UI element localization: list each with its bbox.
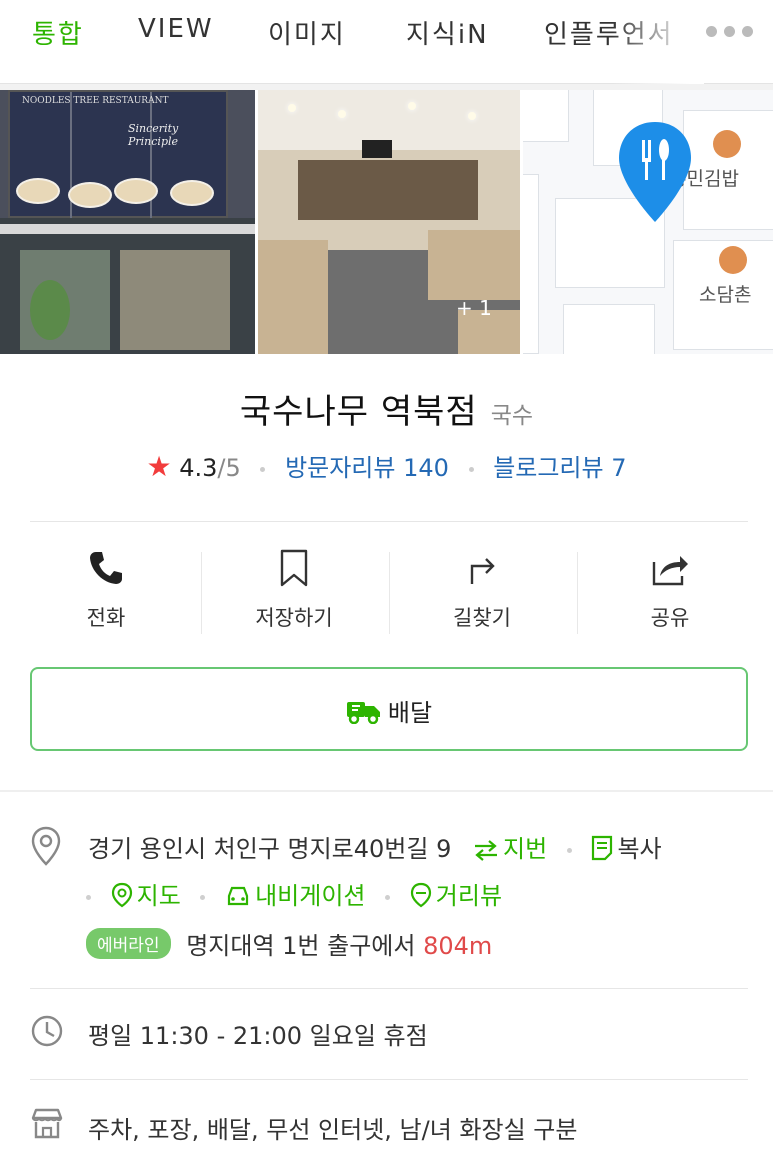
copy-address-button[interactable]: 복사 (591, 835, 662, 863)
divider (30, 521, 748, 522)
map-label: 지도 (136, 882, 181, 910)
storefront-script: Sincerity Principle (128, 122, 179, 148)
map-pin-icon (111, 882, 132, 908)
save-label: 저장하기 (255, 606, 333, 630)
rating-value: 4.3 (179, 454, 218, 482)
call-button[interactable]: 전화 (16, 540, 196, 640)
delivery-label: 배달 (387, 699, 433, 727)
share-button[interactable]: 공유 (580, 540, 760, 640)
navigation-link[interactable]: 내비게이션 (225, 882, 373, 910)
station-distance: 804m (423, 932, 493, 960)
directions-button[interactable]: 길찾기 (392, 540, 572, 640)
clock-icon (31, 1015, 63, 1047)
photo-strip: NOODLES TREE RESTAURANT Sincerity Princi… (0, 90, 773, 354)
amenities-list: 주차, 포장, 배달, 무선 인터넷, 남/녀 화장실 구분 (88, 1116, 578, 1144)
storefront-banner: NOODLES TREE RESTAURANT Sincerity Princi… (8, 90, 228, 220)
street-view-icon (410, 882, 431, 908)
more-tabs-icon[interactable] (706, 26, 753, 37)
divider (30, 988, 748, 989)
divider (30, 1079, 748, 1080)
subway-line-badge: 에버라인 (86, 928, 171, 959)
address-links: 지도 내비게이션 거리뷰 (86, 876, 502, 911)
tab-fade (612, 0, 704, 84)
visitor-reviews-link[interactable]: 방문자리뷰 140 (285, 454, 449, 482)
map-marker-icon (619, 122, 691, 222)
location-pin-icon (31, 826, 61, 866)
photo-interior[interactable]: + 1 (258, 90, 520, 354)
copy-icon (592, 835, 613, 861)
swap-arrows-icon (475, 840, 498, 861)
rating-row: ★ 4.3/5 방문자리뷰 140 블로그리뷰 7 (0, 448, 773, 483)
lot-number-toggle[interactable]: 지번 (473, 835, 555, 863)
navigation-label: 내비게이션 (255, 882, 366, 910)
search-tab-bar: 통합 VIEW 이미지 지식iN 인플루언서 (0, 0, 773, 84)
save-button[interactable]: 저장하기 (204, 540, 384, 640)
copy-label: 복사 (617, 835, 662, 863)
storefront-sign: NOODLES TREE RESTAURANT (22, 96, 169, 106)
transit-row: 에버라인 명지대역 1번 출구에서 804m (86, 926, 492, 961)
call-label: 전화 (86, 606, 126, 630)
phone-icon (90, 552, 122, 584)
tab-images[interactable]: 이미지 (268, 14, 346, 51)
tab-view[interactable]: VIEW (138, 14, 214, 44)
restaurant-poi-icon (719, 246, 747, 274)
share-label: 공유 (650, 606, 690, 630)
place-name: 국수나무 역북점 (239, 392, 478, 432)
lot-number-label: 지번 (503, 835, 548, 863)
address-row: 경기 용인시 처인구 명지로40번길 9 지번 복사 (88, 829, 662, 864)
car-icon (227, 886, 249, 906)
street-view-link[interactable]: 거리뷰 (410, 882, 502, 910)
address-text: 경기 용인시 처인구 명지로40번길 9 (88, 835, 452, 863)
tab-integrated[interactable]: 통합 (32, 14, 84, 51)
directions-arrow-icon (470, 558, 495, 584)
station-text: 명지대역 1번 출구에서 (186, 932, 416, 960)
tab-knowledge-in[interactable]: 지식iN (406, 14, 489, 51)
share-icon (652, 556, 688, 586)
rating-max: /5 (217, 454, 241, 482)
map-link[interactable]: 지도 (111, 882, 189, 910)
blog-reviews-link[interactable]: 블로그리뷰 7 (493, 454, 626, 482)
street-view-label: 거리뷰 (435, 882, 503, 910)
delivery-truck-icon (346, 701, 380, 724)
map-poi-label: 소담촌 (699, 284, 752, 306)
action-bar: 전화 저장하기 길찾기 공유 (0, 540, 773, 640)
place-category: 국수 (490, 403, 534, 429)
directions-label: 길찾기 (453, 606, 511, 630)
section-divider (0, 790, 773, 792)
more-photos-count: + 1 (456, 296, 492, 320)
bookmark-icon (280, 549, 308, 587)
map-preview[interactable]: 홍민김밥 소담촌 (523, 90, 773, 354)
star-icon: ★ (146, 450, 172, 483)
delivery-button[interactable]: 배달 (30, 667, 748, 751)
photo-storefront[interactable]: NOODLES TREE RESTAURANT Sincerity Princi… (0, 90, 255, 354)
business-hours: 평일 11:30 - 21:00 일요일 휴점 (88, 1022, 428, 1050)
place-title: 국수나무 역북점 국수 (0, 384, 773, 433)
store-icon (31, 1108, 63, 1139)
restaurant-poi-icon (713, 130, 741, 158)
